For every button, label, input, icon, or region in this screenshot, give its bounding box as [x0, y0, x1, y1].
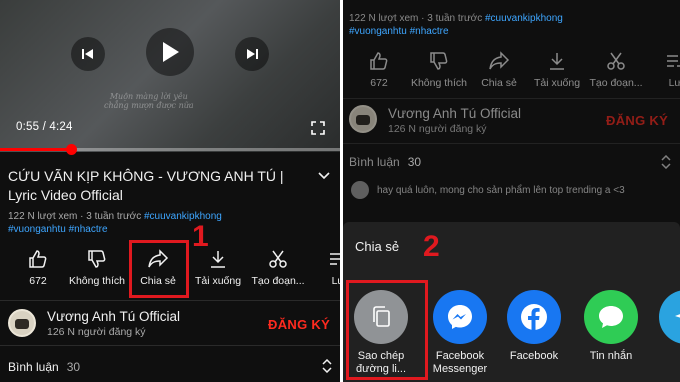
download-icon: [211, 251, 225, 268]
progress-bar[interactable]: [0, 144, 340, 155]
video-time: 0:55 / 4:24: [16, 121, 73, 133]
video-overlay-lyrics: Muộn màng lời yêu chẳng mượn được nữa: [104, 92, 194, 110]
clip-button[interactable]: Tạo đoạn...: [248, 245, 308, 287]
subscribe-button[interactable]: ĐĂNG KÝ: [268, 317, 330, 332]
save-icon: [667, 55, 680, 67]
hashtag: #cuuvankipkhong: [485, 13, 563, 24]
fullscreen-icon[interactable]: [311, 121, 325, 135]
share-sheet-title: Chia sẻ: [355, 239, 400, 254]
video-title: CỨU VÃN KỊP KHÔNG - VƯƠNG ANH TÚ | Lyric…: [8, 168, 284, 203]
like-button[interactable]: 672: [8, 245, 68, 287]
facebook-icon: [521, 304, 547, 331]
save-button[interactable]: Lư: [308, 245, 340, 287]
hashtag[interactable]: #vuonganhtu: [8, 224, 66, 235]
dislike-button[interactable]: Không thích: [67, 245, 127, 287]
video-player[interactable]: Muộn màng lời yêu chẳng mượn được nữa 0:…: [0, 0, 340, 152]
progress-fill: [0, 148, 72, 151]
progress-scrubber[interactable]: [66, 144, 78, 155]
play-button[interactable]: [146, 28, 194, 76]
video-hashtags: #vuonganhtu #nhactre: [8, 223, 108, 236]
divider: [343, 143, 680, 144]
hashtag[interactable]: #nhactre: [69, 224, 108, 235]
channel-name: Vương Anh Tú Official: [388, 106, 521, 121]
share-messenger-button[interactable]: Facebook Messenger: [420, 290, 500, 376]
share-telegram-button[interactable]: Te: [646, 290, 680, 363]
channel-subscribers: 126 N người đăng ký: [47, 326, 146, 338]
message-icon: [599, 306, 623, 328]
expand-icon: [661, 155, 671, 169]
channel-name[interactable]: Vương Anh Tú Official: [47, 309, 180, 324]
left-panel-youtube-video: Muộn màng lời yêu chẳng mượn được nữa 0:…: [0, 0, 340, 382]
video-meta: 122 N lượt xem · 3 tuần trước #cuuvankip…: [8, 211, 222, 222]
thumb-up-icon: [29, 250, 47, 268]
save-icon: [330, 253, 340, 265]
scissors-icon: [607, 52, 625, 70]
channel-subscribers: 126 N người đăng ký: [388, 123, 487, 135]
step-number: 2: [423, 230, 440, 263]
comments-header[interactable]: Bình luận 30: [8, 360, 80, 374]
clip-button: Tạo đoạn...: [586, 47, 646, 89]
thumb-up-icon: [370, 52, 388, 70]
dislike-button: Không thích: [409, 47, 469, 89]
hashtag[interactable]: #cuuvankipkhong: [144, 211, 222, 222]
highlight-box-copy-link: [346, 280, 428, 380]
highlight-box-share: [129, 240, 189, 298]
video-meta: 122 N lượt xem · 3 tuần trước #cuuvankip…: [349, 13, 563, 24]
thumb-down-icon: [430, 52, 448, 70]
comment-preview: hay quá luôn, mong cho sản phẩm lên top …: [351, 181, 625, 199]
hashtag: #nhactre: [409, 26, 449, 37]
next-button[interactable]: [235, 37, 269, 71]
save-button: Lư: [645, 47, 680, 89]
tutorial-screenshot: Muộn màng lời yêu chẳng mượn được nữa 0:…: [0, 0, 680, 382]
video-hashtags: #vuonganhtu #nhactre: [349, 25, 449, 38]
expand-icon[interactable]: [322, 359, 332, 373]
comments-header: Bình luận 30: [349, 155, 422, 169]
like-button: 672: [349, 47, 409, 89]
divider: [0, 345, 340, 346]
subscribe-button: ĐĂNG KÝ: [606, 113, 669, 128]
share-facebook-button[interactable]: Facebook: [494, 290, 574, 363]
channel-avatar[interactable]: [8, 309, 36, 337]
comment-text: hay quá luôn, mong cho sản phẩm lên top …: [377, 184, 625, 196]
share-button: Chia sẻ: [469, 47, 529, 89]
next-icon: [247, 49, 258, 59]
previous-button[interactable]: [71, 37, 105, 71]
step-number: 1: [192, 220, 209, 253]
share-icon: [489, 51, 510, 70]
divider: [343, 98, 680, 99]
thumb-down-icon: [88, 250, 106, 268]
avatar: [351, 181, 369, 199]
chevron-down-icon[interactable]: [318, 172, 330, 180]
telegram-icon: [675, 314, 680, 318]
share-message-button[interactable]: Tin nhắn: [571, 290, 651, 363]
divider: [0, 300, 340, 301]
messenger-icon: [448, 305, 472, 329]
hashtag: #vuonganhtu: [349, 26, 407, 37]
previous-icon: [82, 49, 93, 59]
right-panel-share-sheet: 122 N lượt xem · 3 tuần trước #cuuvankip…: [343, 0, 680, 382]
download-button: Tải xuống: [527, 47, 587, 89]
channel-avatar: [349, 105, 377, 133]
scissors-icon: [269, 250, 287, 268]
download-icon: [550, 53, 564, 70]
play-icon: [163, 42, 179, 62]
